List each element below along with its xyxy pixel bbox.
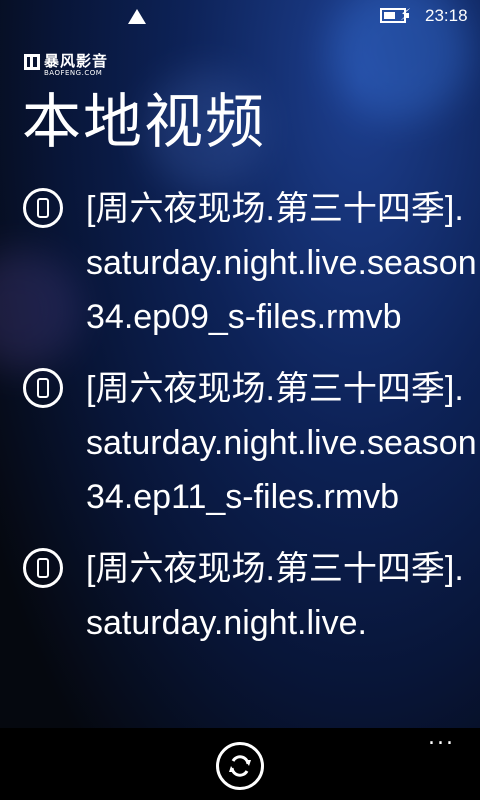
video-file-name: [周六夜现场.第三十四季].saturday.night.live.season… <box>86 190 477 336</box>
video-file-name: [周六夜现场.第三十四季].saturday.night.live.season… <box>86 370 477 516</box>
video-file-name: [周六夜现场.第三十四季].saturday.night.live. <box>86 550 464 642</box>
video-list-item[interactable]: [周六夜现场.第三十四季].saturday.night.live. <box>0 542 480 650</box>
phone-icon <box>23 188 63 228</box>
refresh-button[interactable] <box>216 742 264 790</box>
app-bar: ... <box>0 727 480 800</box>
phone-icon <box>23 548 63 588</box>
phone-icon <box>23 368 63 408</box>
video-list[interactable]: [周六夜现场.第三十四季].saturday.night.live.season… <box>0 182 480 728</box>
video-list-item[interactable]: [周六夜现场.第三十四季].saturday.night.live.season… <box>0 362 480 524</box>
status-time: 23:18 <box>425 6 468 25</box>
logo-text: 暴风影音 BAOFENG.COM <box>44 54 108 77</box>
app-logo: 暴风影音 BAOFENG.COM <box>24 54 108 77</box>
refresh-icon <box>229 755 251 777</box>
logo-name: 暴风影音 <box>44 52 109 70</box>
video-list-item[interactable]: [周六夜现场.第三十四季].saturday.night.live.season… <box>0 182 480 344</box>
signal-icon <box>128 9 146 24</box>
page-title: 本地视频 <box>22 87 267 156</box>
logo-domain: BAOFENG.COM <box>44 69 103 77</box>
status-bar: ⚡ 23:18 <box>0 0 480 34</box>
charging-plug-icon: ⚡ <box>400 5 412 24</box>
logo-mark-icon <box>24 54 40 70</box>
more-options-button[interactable]: ... <box>428 727 455 749</box>
battery-level <box>384 12 395 19</box>
